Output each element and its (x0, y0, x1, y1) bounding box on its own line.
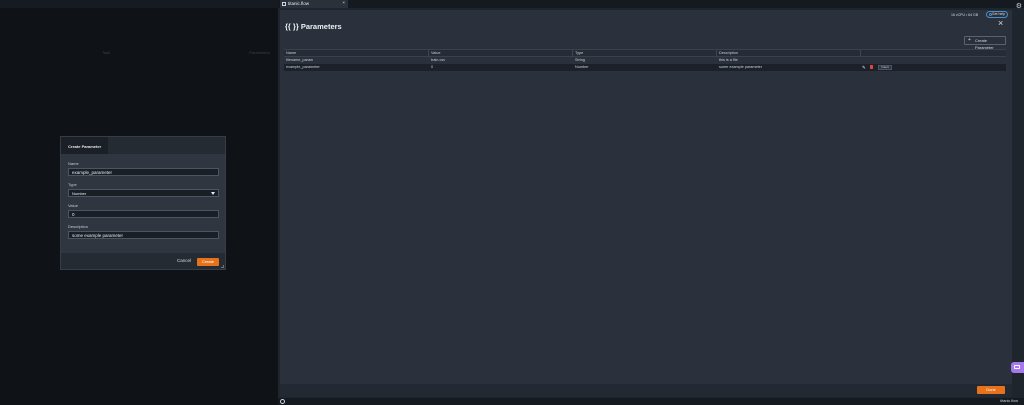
get-help-button[interactable]: Get help (986, 11, 1008, 18)
cancel-button[interactable]: Cancel (177, 258, 191, 263)
table-row[interactable]: filename_param train.csv String this is … (284, 57, 1006, 64)
cell-name: example_parameter (286, 65, 320, 69)
cell-type: String (575, 58, 585, 62)
chevron-down-icon (211, 192, 215, 195)
header-type: Type (575, 51, 584, 55)
table-header: Name Value Type Description (284, 49, 1006, 58)
status-icon[interactable] (280, 399, 285, 404)
header-value: Value (431, 51, 441, 55)
dialog-title: Create Parameter (61, 137, 108, 154)
file-icon (282, 2, 286, 6)
resource-indicator: 16 vCPU • 64 GB (951, 13, 979, 17)
insert-button[interactable]: Insert (878, 65, 892, 70)
workspace-tabs: Task Parameters (0, 50, 278, 58)
cell-description: this is a file (719, 58, 738, 62)
description-field[interactable]: some example parameter (68, 231, 219, 239)
close-icon[interactable]: × (998, 18, 1003, 28)
close-tab-icon[interactable]: × (342, 0, 345, 6)
chat-icon (1014, 365, 1020, 369)
file-tabbar: titanic.flow × ⚙ (278, 0, 1024, 10)
cell-value: train.csv (431, 58, 446, 62)
create-button[interactable]: Create (197, 258, 219, 266)
trash-icon[interactable] (870, 65, 873, 69)
chat-button[interactable] (1011, 362, 1024, 373)
page-title: {{ }} Parameters (285, 22, 342, 31)
name-label: Name (68, 161, 79, 166)
settings-icon[interactable]: ⚙ (1016, 2, 1022, 10)
tab-parameters[interactable]: Parameters (249, 50, 270, 55)
done-button[interactable]: Done (977, 386, 1005, 394)
cell-description: some example parameter (719, 65, 763, 69)
get-help-label: Get help (991, 12, 1006, 16)
resize-handle-icon[interactable] (221, 265, 224, 268)
header-description: Description (719, 51, 738, 55)
value-label: Value (68, 203, 78, 208)
value-field[interactable]: 0 (68, 210, 219, 218)
file-tab-label: titanic.flow (288, 1, 310, 6)
create-parameter-button[interactable]: + Create Parameter (964, 36, 1006, 50)
type-select[interactable]: Number (68, 189, 219, 197)
status-bar: titanic.flow (278, 398, 1024, 405)
name-field[interactable]: example_parameter (68, 168, 219, 176)
plus-icon: + (968, 37, 971, 43)
edit-icon[interactable]: ✎ (862, 65, 866, 71)
description-label: Description (68, 224, 89, 229)
file-tab[interactable]: titanic.flow × (280, 0, 348, 8)
create-parameter-dialog: Create Parameter Name example_parameter … (60, 136, 226, 270)
dialog-body: Name example_parameter Type Number Value… (61, 154, 225, 253)
panel-footer (280, 384, 1012, 397)
cell-type: Number (575, 65, 589, 69)
type-select-value: Number (72, 191, 87, 196)
header-name: Name (286, 51, 297, 55)
workspace-topbar (0, 0, 278, 8)
cell-value: 0 (431, 65, 434, 69)
cell-name: filename_param (286, 58, 314, 62)
table-row[interactable]: example_parameter 0 Number some example … (284, 64, 1006, 71)
tab-task[interactable]: Task (102, 50, 110, 55)
status-text: titanic.flow (1000, 399, 1018, 403)
type-label: Type (68, 182, 77, 187)
help-icon (989, 13, 992, 16)
